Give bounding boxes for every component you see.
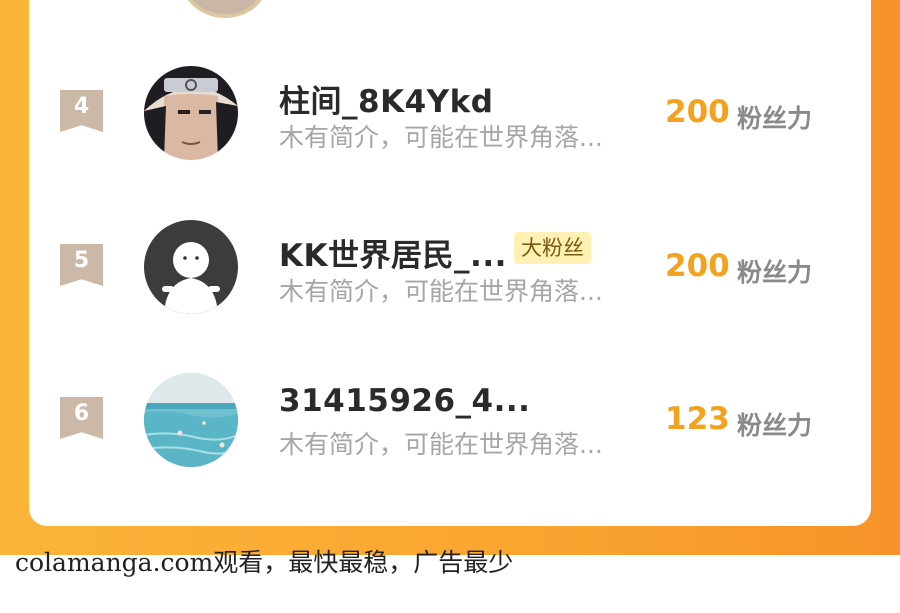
ranking-row[interactable]: 6 31415926_4... 木有简介，可能在世界角落... 123 粉丝力: [29, 369, 871, 469]
user-bio: 木有简介，可能在世界角落...: [279, 430, 603, 459]
fan-score: 200: [665, 248, 730, 284]
fan-score-unit: 粉丝力: [737, 258, 813, 287]
username[interactable]: 31415926_4...: [279, 383, 530, 419]
rank-badge: 4: [60, 90, 103, 132]
username[interactable]: KK世界居民_...: [279, 230, 507, 275]
ranking-row[interactable]: 4 柱间_8K4Ykd 木有简介，可能在世界角落... 200 粉丝力: [29, 62, 871, 162]
big-fan-badge: 大粉丝: [514, 232, 591, 264]
beach-photo-avatar-icon[interactable]: [144, 373, 238, 467]
fan-score-unit: 粉丝力: [737, 104, 813, 133]
user-bio: 木有简介，可能在世界角落...: [279, 123, 603, 152]
user-bio: 木有简介，可能在世界角落...: [279, 277, 603, 306]
rank-badge: 5: [60, 244, 103, 286]
avatar-partial: [181, 0, 269, 18]
ranking-row[interactable]: 5 KK世界居民_... 大粉丝 木有简介，可能在世界角落... 200 粉丝力: [29, 216, 871, 316]
fan-ranking-card: 4 柱间_8K4Ykd 木有简介，可能在世界角落... 200 粉丝力 5 KK…: [29, 0, 871, 526]
fan-score-unit: 粉丝力: [737, 411, 813, 440]
site-watermark: colamanga.com观看，最快最稳，广告最少: [15, 548, 514, 577]
default-user-avatar-icon[interactable]: [144, 220, 238, 314]
fan-score: 123: [665, 401, 730, 437]
username[interactable]: 柱间_8K4Ykd: [279, 76, 493, 121]
fan-score: 200: [665, 94, 730, 130]
rank-badge: 6: [60, 397, 103, 439]
anime-ninja-avatar-icon[interactable]: [144, 66, 238, 160]
